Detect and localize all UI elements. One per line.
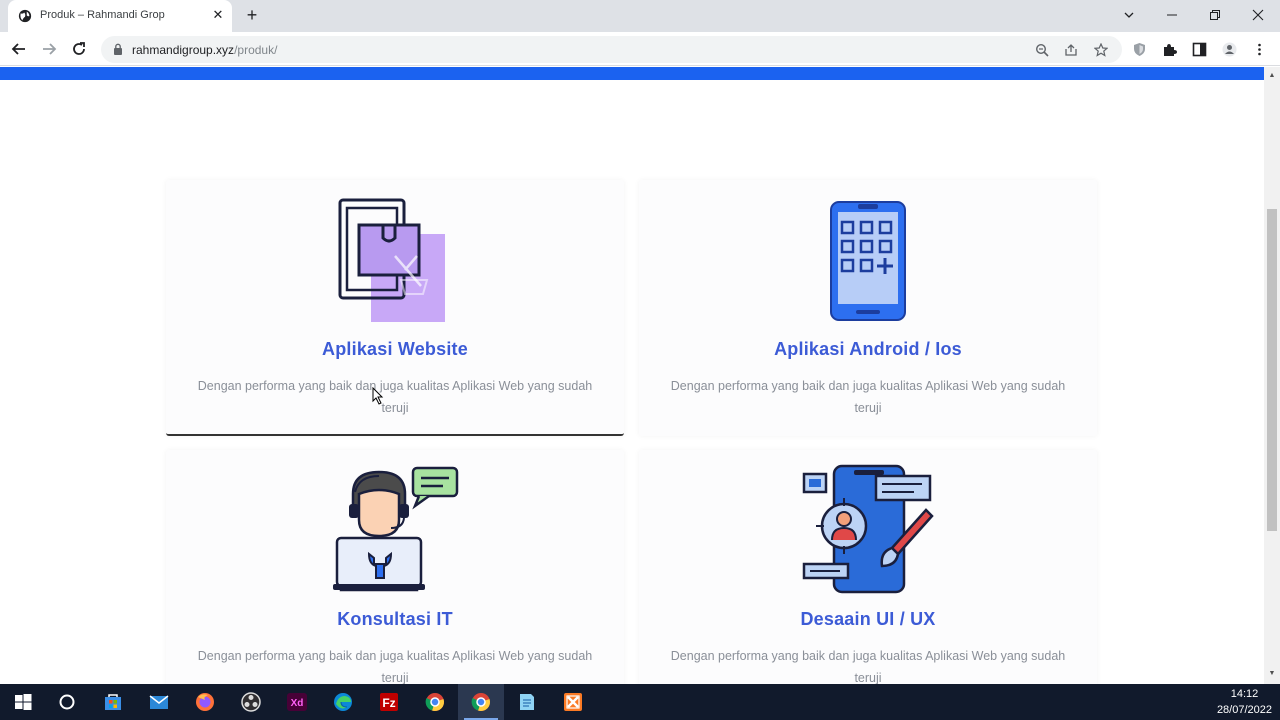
card-title: Konsultasi IT <box>337 609 453 629</box>
card-title: Desaain UI / UX <box>800 609 936 629</box>
search-circle-icon[interactable] <box>44 684 90 720</box>
card-title: Aplikasi Android / Ios <box>774 339 962 359</box>
edge-icon[interactable] <box>320 684 366 720</box>
address-bar[interactable]: rahmandigroup.xyz/produk/ <box>101 36 1122 63</box>
card-title: Aplikasi Website <box>322 339 468 359</box>
filezilla-icon[interactable]: Fz <box>366 684 412 720</box>
url-path: /produk/ <box>234 43 278 57</box>
tab-search-chevron-icon[interactable] <box>1117 4 1141 26</box>
shield-extension-icon[interactable] <box>1130 40 1148 58</box>
mail-icon[interactable] <box>136 684 182 720</box>
zoom-icon[interactable] <box>1033 41 1051 59</box>
forward-arrow-icon[interactable] <box>38 38 60 60</box>
card-description: Dengan performa yang baik dan juga kuali… <box>670 379 1066 415</box>
fz-label: Fz <box>382 696 395 710</box>
browser-tab[interactable]: Produk – Rahmandi Grop ✕ <box>8 0 232 32</box>
profile-avatar-icon[interactable] <box>1220 40 1238 58</box>
close-window-icon[interactable] <box>1246 4 1270 26</box>
chrome-icon[interactable] <box>412 684 458 720</box>
url-text[interactable]: rahmandigroup.xyz/produk/ <box>132 43 277 57</box>
mouse-cursor-icon <box>372 387 384 405</box>
product-card[interactable]: Aplikasi Website Dengan performa yang ba… <box>166 180 624 436</box>
tab-title: Produk – Rahmandi Grop <box>40 9 165 21</box>
product-card[interactable]: Konsultasi IT Dengan performa yang baik … <box>166 450 624 684</box>
tab-strip: Produk – Rahmandi Grop ✕ + <box>0 0 1280 32</box>
bookmark-star-icon[interactable] <box>1092 41 1110 59</box>
notepad-icon[interactable] <box>504 684 550 720</box>
product-card[interactable]: Desaain UI / UX Dengan performa yang bai… <box>639 450 1097 684</box>
extensions-puzzle-icon[interactable] <box>1160 40 1178 58</box>
new-tab-button[interactable]: + <box>242 5 262 25</box>
adobe-xd-icon[interactable]: Xd <box>274 684 320 720</box>
page-scrollbar[interactable]: ▲ ▼ <box>1264 67 1280 684</box>
ui-ux-design-icon <box>639 464 1097 596</box>
card-description: Dengan performa yang baik dan juga kuali… <box>197 379 593 415</box>
website-app-icon <box>166 198 624 326</box>
url-host: rahmandigroup.xyz <box>132 43 235 57</box>
clock-date: 28/07/2022 <box>1216 704 1272 716</box>
back-arrow-icon[interactable] <box>8 38 30 60</box>
lock-icon[interactable] <box>113 43 123 55</box>
xampp-icon[interactable] <box>550 684 596 720</box>
card-description: Dengan performa yang baik dan juga kuali… <box>670 649 1066 684</box>
firefox-icon[interactable] <box>182 684 228 720</box>
page-viewport: Aplikasi Website Dengan performa yang ba… <box>0 67 1264 684</box>
scroll-down-arrow-icon[interactable]: ▼ <box>1268 670 1276 678</box>
browser-toolbar: rahmandigroup.xyz/produk/ <box>0 32 1280 66</box>
obs-icon[interactable] <box>228 684 274 720</box>
restore-icon[interactable] <box>1203 4 1227 26</box>
product-card[interactable]: Aplikasi Android / Ios Dengan performa y… <box>639 180 1097 436</box>
side-panel-icon[interactable] <box>1190 40 1208 58</box>
globe-icon <box>18 9 32 23</box>
tab-close-icon[interactable]: ✕ <box>210 7 226 23</box>
windows-start-icon[interactable] <box>0 684 46 720</box>
windows-taskbar: Xd Fz 14:12 28/07/2022 <box>0 684 1280 720</box>
store-icon[interactable] <box>90 684 136 720</box>
share-icon[interactable] <box>1062 41 1080 59</box>
kebab-menu-icon[interactable] <box>1250 40 1268 58</box>
chrome-active-icon[interactable] <box>458 684 504 720</box>
xd-label: Xd <box>291 698 304 709</box>
minimize-icon[interactable] <box>1160 4 1184 26</box>
reload-icon[interactable] <box>68 38 90 60</box>
scroll-up-arrow-icon[interactable]: ▲ <box>1268 72 1276 80</box>
mobile-app-icon <box>639 200 1097 324</box>
header-accent-bar <box>0 67 1264 80</box>
card-description: Dengan performa yang baik dan juga kuali… <box>197 649 593 684</box>
clock-time: 14:12 <box>1230 688 1259 700</box>
scroll-thumb[interactable] <box>1267 209 1277 531</box>
it-consultant-icon <box>166 464 624 596</box>
system-clock[interactable]: 14:12 28/07/2022 <box>1217 686 1272 718</box>
